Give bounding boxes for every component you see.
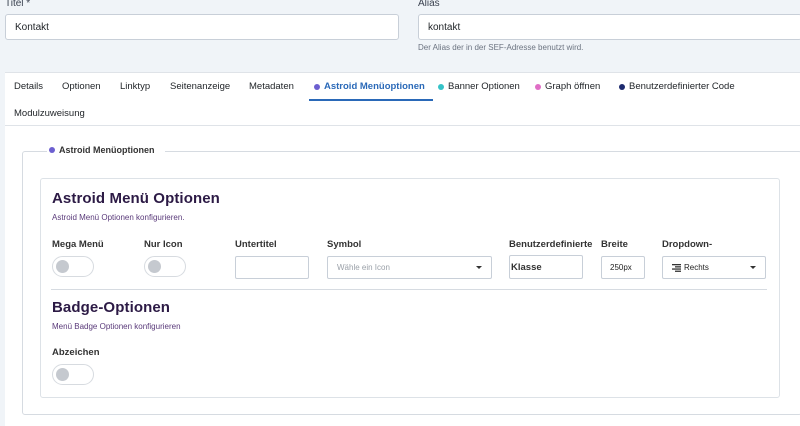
tab-graph-oeffnen[interactable]: Graph öffnen [535, 81, 600, 92]
custom-class-input[interactable]: Klasse [509, 255, 583, 279]
active-tab-indicator [309, 99, 433, 101]
caret-down-icon [750, 266, 756, 269]
alias-label: Alias [418, 0, 440, 9]
badge-options-heading: Badge-Optionen [52, 299, 171, 316]
toggle-knob [56, 260, 69, 273]
icon-only-toggle[interactable] [144, 256, 186, 277]
purple-dot-icon [49, 147, 55, 153]
subtitle-label: Untertitel [235, 239, 277, 250]
alias-help-text: Der Alias der in der SEF-Adresse benutzt… [418, 43, 584, 52]
dropdown-select[interactable]: Rechts [662, 256, 766, 279]
tab-linktyp[interactable]: Linktyp [120, 81, 150, 92]
align-right-icon [672, 263, 681, 272]
width-input[interactable]: 250px [601, 256, 645, 279]
dropdown-label: Dropdown- [662, 239, 713, 250]
badge-options-description: Menü Badge Optionen konfigurieren [52, 322, 181, 331]
custom-class-label: Benutzerdefinierte [509, 239, 593, 250]
icon-only-label: Nur Icon [144, 239, 183, 250]
alias-input[interactable]: kontakt [418, 14, 800, 40]
tab-astroid-menueoptionen[interactable]: Astroid Menüoptionen [314, 81, 425, 92]
mega-menu-toggle[interactable] [52, 256, 94, 277]
options-card [40, 178, 780, 398]
badge-toggle[interactable] [52, 364, 94, 385]
tab-bar: Details Optionen Linktyp Seitenanzeige M… [5, 72, 800, 126]
teal-dot-icon [438, 83, 444, 90]
subtitle-input[interactable] [235, 256, 309, 279]
width-label: Breite [601, 239, 628, 250]
tab-benutzerdefinierter-code[interactable]: Benutzerdefinierter Code [619, 81, 735, 92]
tab-modulzuweisung[interactable]: Modulzuweisung [14, 108, 85, 119]
symbol-label: Symbol [327, 239, 362, 250]
navy-dot-icon [619, 83, 625, 90]
title-label: Titel * [5, 0, 31, 9]
tab-banner-optionen[interactable]: Banner Optionen [438, 81, 520, 92]
title-input[interactable]: Kontakt [5, 14, 399, 40]
tab-metadaten[interactable]: Metadaten [249, 81, 294, 92]
menu-options-description: Astroid Menü Optionen konfigurieren. [52, 213, 185, 222]
section-divider [51, 289, 767, 290]
symbol-select[interactable]: Wähle ein Icon [327, 256, 492, 279]
mega-menu-label: Mega Menü [52, 239, 104, 250]
toggle-knob [56, 368, 69, 381]
tab-optionen[interactable]: Optionen [62, 81, 101, 92]
badge-label: Abzeichen [52, 347, 100, 358]
purple-dot-icon [314, 83, 320, 90]
tab-details[interactable]: Details [14, 81, 43, 92]
toggle-knob [148, 260, 161, 273]
pink-dot-icon [535, 83, 541, 90]
fieldset-legend: Astroid Menüoptionen [47, 145, 165, 155]
tab-seitenanzeige[interactable]: Seitenanzeige [170, 81, 230, 92]
caret-down-icon [476, 266, 482, 269]
menu-options-heading: Astroid Menü Optionen [52, 190, 220, 207]
